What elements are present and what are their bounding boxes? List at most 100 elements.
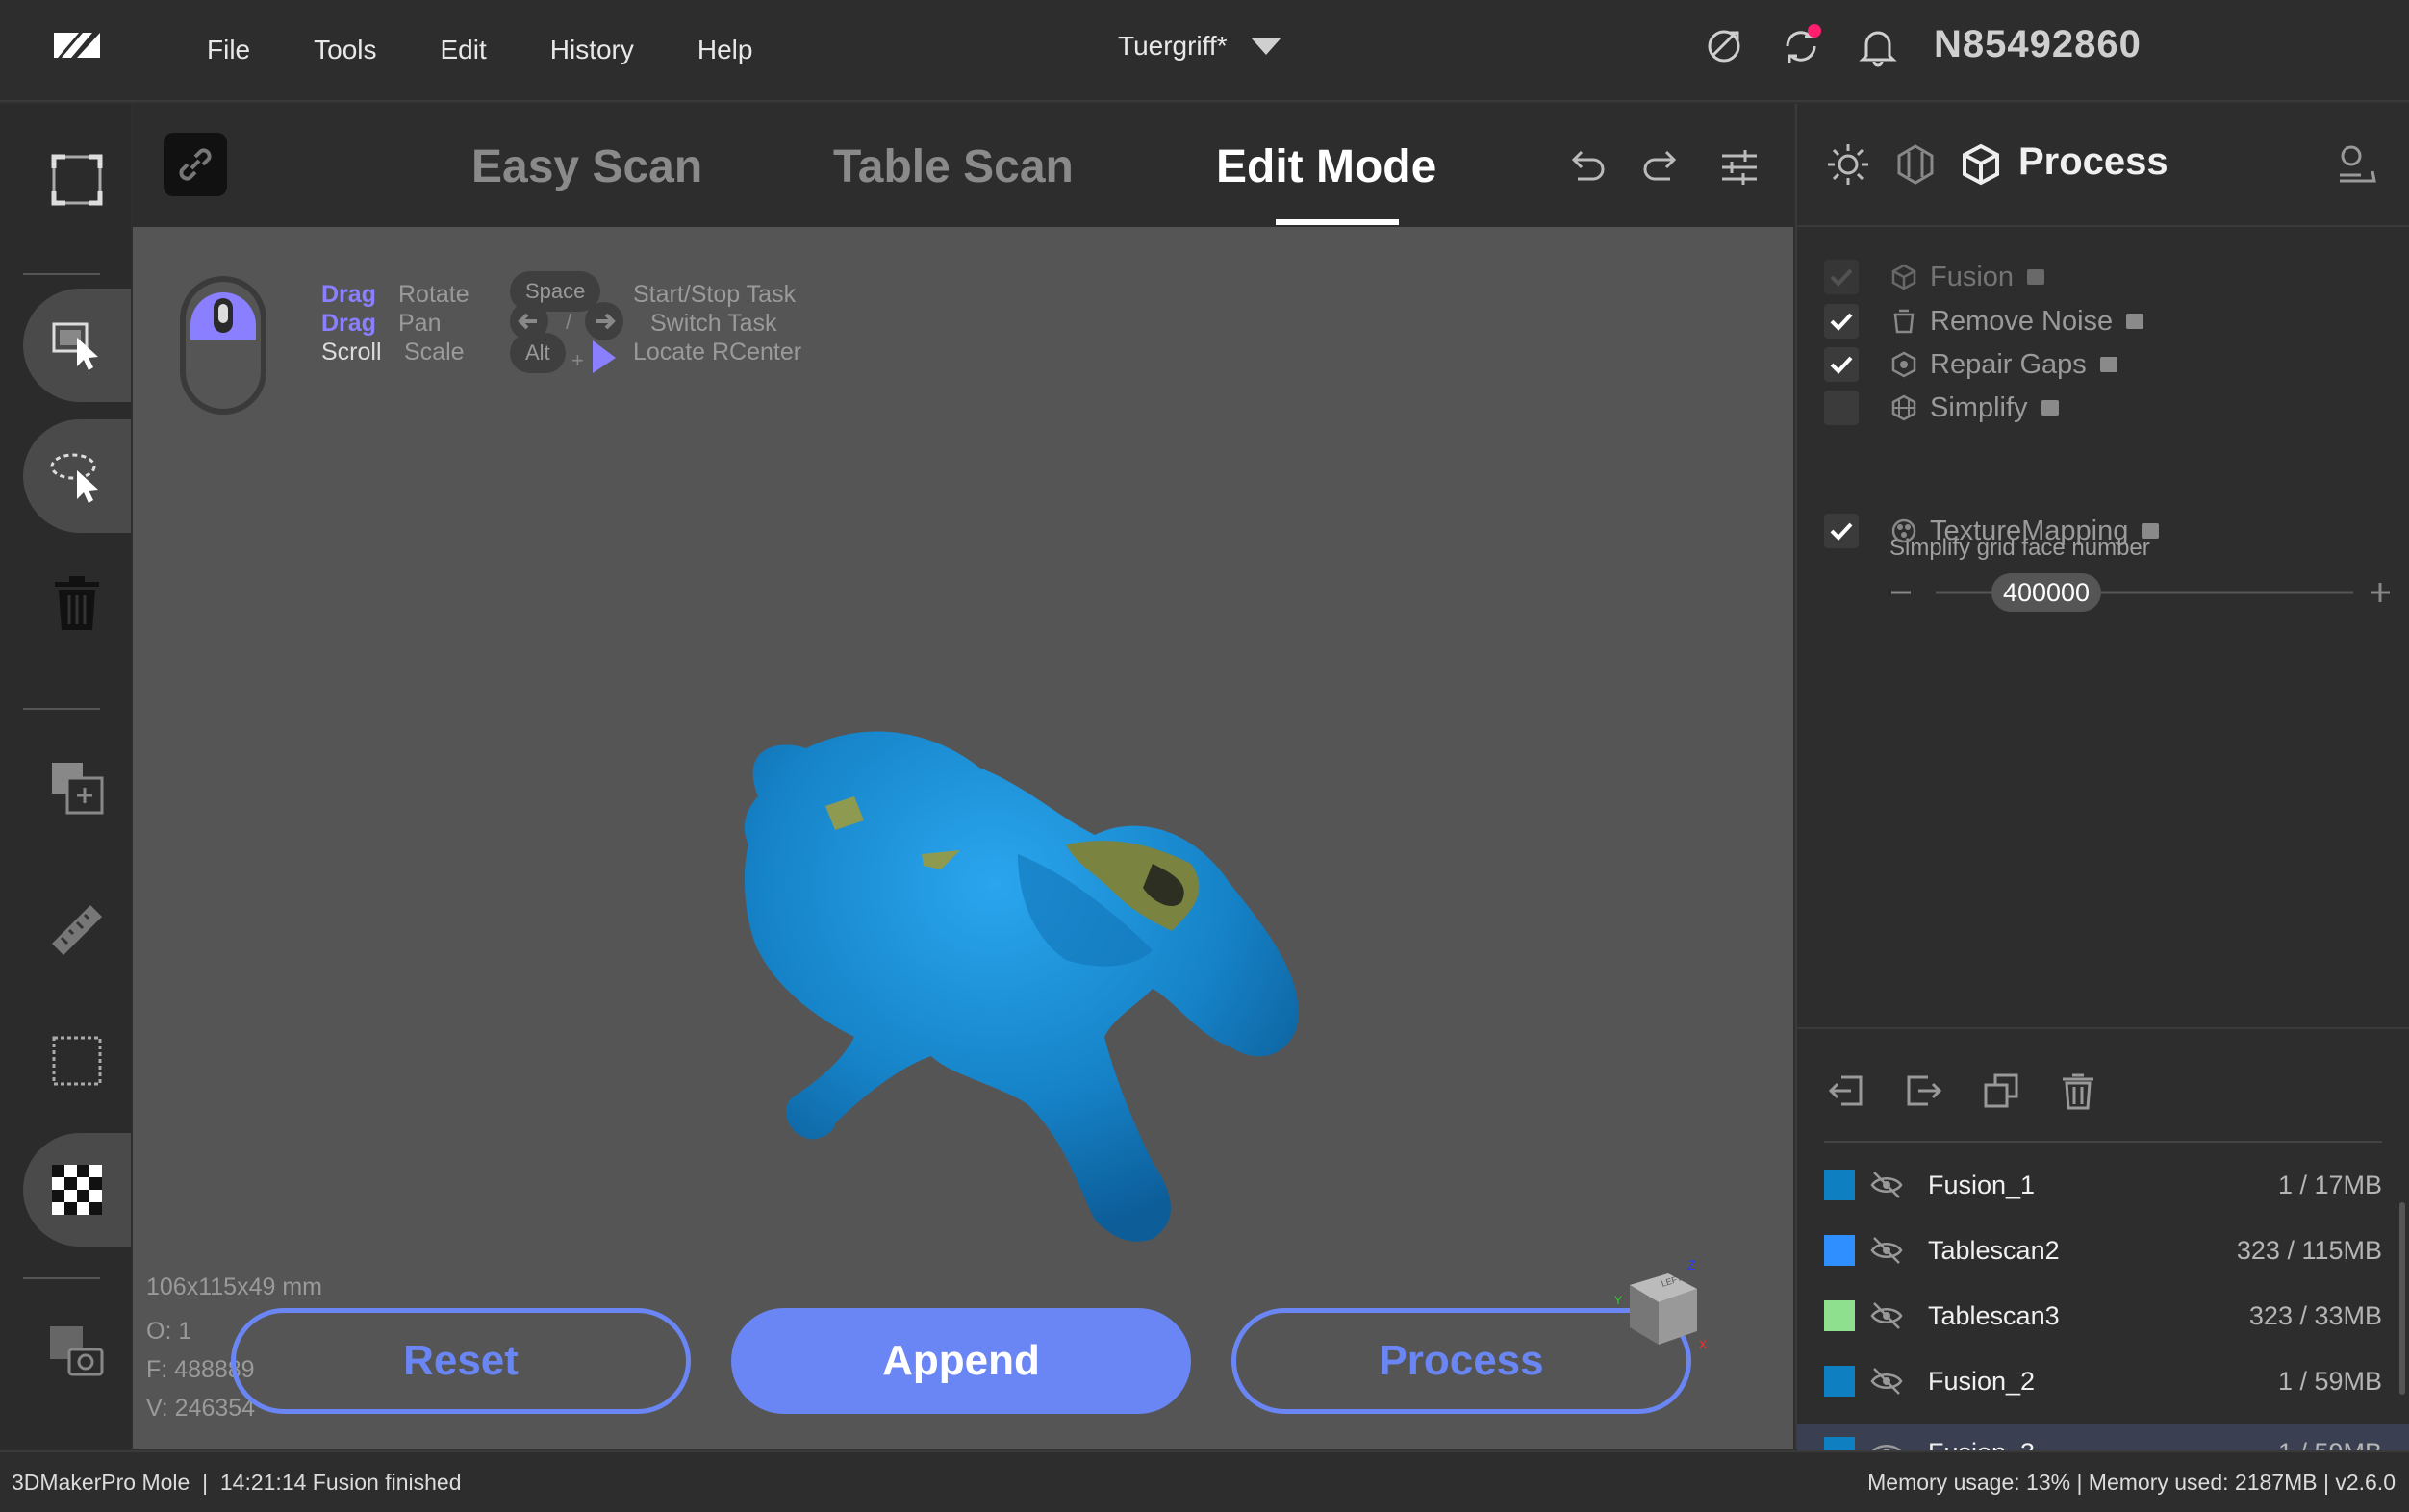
- layer-size: 323 / 115MB: [2236, 1235, 2382, 1265]
- info-icon[interactable]: [2041, 400, 2059, 416]
- option-repair-gaps[interactable]: Repair Gaps: [1824, 345, 2117, 384]
- texture-button[interactable]: [23, 1133, 131, 1247]
- help-switch-task: Switch Task: [650, 310, 777, 337]
- layer-row[interactable]: Tablescan3 323 / 33MB: [1824, 1283, 2382, 1348]
- svg-text:Y: Y: [1614, 1294, 1622, 1307]
- append-button[interactable]: Append: [731, 1308, 1191, 1414]
- settings-sliders-icon[interactable]: [1716, 144, 1762, 190]
- scanned-3d-model[interactable]: [614, 643, 1460, 1268]
- project-selector[interactable]: Tuergriff*: [1118, 31, 1281, 62]
- export-icon[interactable]: [1905, 1071, 1943, 1110]
- help-drag-pan-key: Drag: [321, 310, 376, 337]
- viewport[interactable]: Easy Scan Table Scan Edit Mode Drag Rota…: [133, 104, 1793, 1449]
- repair-gaps-icon: [1891, 351, 1916, 378]
- help-rotate: Rotate: [398, 281, 469, 308]
- divider: [23, 273, 100, 275]
- sync-icon[interactable]: [1701, 23, 1747, 69]
- select-tool-button[interactable]: [23, 289, 131, 402]
- visibility-off-icon[interactable]: [1870, 1236, 1903, 1265]
- menu-edit[interactable]: Edit: [441, 35, 487, 65]
- mesh-icon[interactable]: [1893, 142, 1938, 187]
- plus-cursor-icon: +: [571, 340, 616, 373]
- lasso-tool-button[interactable]: [23, 419, 131, 533]
- info-icon[interactable]: [2099, 357, 2117, 372]
- layer-color-swatch[interactable]: [1824, 1170, 1855, 1200]
- divider: [23, 708, 100, 710]
- tab-easy-scan[interactable]: Easy Scan: [471, 140, 702, 193]
- memory-status: Memory usage: 13% | Memory used: 2187MB …: [1867, 1470, 2396, 1495]
- simplify-slider[interactable]: 400000: [1889, 571, 2390, 614]
- option-texture-mapping[interactable]: TextureMapping: [1824, 512, 2160, 550]
- texture-mapping-label: TextureMapping: [1930, 515, 2129, 546]
- brightness-icon[interactable]: [1826, 142, 1870, 187]
- repair-gaps-label: Repair Gaps: [1930, 348, 2087, 380]
- option-remove-noise[interactable]: Remove Noise: [1824, 302, 2144, 340]
- vertex-count: V: 246354: [146, 1395, 256, 1422]
- delete-layer-icon[interactable]: [2059, 1071, 2097, 1110]
- layer-name: Fusion_2: [1928, 1366, 2036, 1396]
- simplify-checkbox[interactable]: [1824, 391, 1859, 425]
- project-name: Tuergriff*: [1118, 31, 1228, 61]
- view-cube-icon[interactable]: LEFT Z Y X: [1610, 1256, 1712, 1362]
- help-locate: Locate RCenter: [633, 339, 802, 365]
- link-button[interactable]: [164, 133, 227, 196]
- texture-mapping-checkbox[interactable]: [1824, 514, 1859, 548]
- select-cursor-icon: [52, 322, 98, 370]
- update-icon[interactable]: [1778, 23, 1824, 69]
- layer-size: 1 / 17MB: [2277, 1170, 2382, 1199]
- delete-button[interactable]: [23, 546, 131, 660]
- fusion-icon: [1891, 264, 1916, 290]
- undo-icon[interactable]: [1562, 144, 1609, 190]
- camera-icon: [50, 1326, 104, 1376]
- layer-color-swatch[interactable]: [1824, 1366, 1855, 1397]
- visibility-off-icon[interactable]: [1870, 1367, 1903, 1396]
- reset-button[interactable]: Reset: [231, 1308, 691, 1414]
- menu-file[interactable]: File: [207, 35, 250, 65]
- measure-button[interactable]: [23, 873, 131, 987]
- crop-box-button[interactable]: [23, 1004, 131, 1118]
- help-alt-key: Alt: [510, 333, 566, 373]
- menu-help[interactable]: Help: [697, 35, 753, 65]
- redo-icon[interactable]: [1639, 144, 1686, 190]
- chevron-down-icon: [1250, 38, 1281, 55]
- layer-row[interactable]: Tablescan2 323 / 115MB: [1824, 1218, 2382, 1283]
- import-icon[interactable]: [1828, 1071, 1866, 1110]
- user-id[interactable]: N85492860: [1934, 23, 2142, 66]
- svg-text:Z: Z: [1687, 1257, 1696, 1273]
- title-bar: File Tools Edit History Help Tuergriff* …: [0, 0, 2409, 102]
- simplify-value[interactable]: 400000: [1991, 573, 2101, 612]
- layer-list-scrollbar[interactable]: [2399, 1202, 2405, 1395]
- tab-edit-mode[interactable]: Edit Mode: [1216, 140, 1436, 193]
- remove-noise-checkbox[interactable]: [1824, 304, 1859, 339]
- active-tab-indicator: [1276, 219, 1399, 225]
- info-icon[interactable]: [2027, 269, 2045, 285]
- info-icon[interactable]: [2126, 314, 2144, 329]
- left-toolbar: [0, 104, 131, 1449]
- fit-view-button[interactable]: [23, 123, 131, 237]
- layer-color-swatch[interactable]: [1824, 1235, 1855, 1266]
- info-icon[interactable]: [2142, 523, 2160, 539]
- layer-row[interactable]: Fusion_1 1 / 17MB: [1824, 1152, 2382, 1218]
- option-simplify[interactable]: Simplify: [1824, 389, 2059, 427]
- layer-color-swatch[interactable]: [1824, 1300, 1855, 1331]
- add-layer-icon: [52, 763, 104, 815]
- remove-noise-label: Remove Noise: [1930, 305, 2114, 337]
- measure-mode-icon[interactable]: [2336, 142, 2380, 187]
- visibility-off-icon[interactable]: [1870, 1171, 1903, 1199]
- bell-icon[interactable]: [1855, 23, 1901, 69]
- menu-history[interactable]: History: [550, 35, 634, 65]
- layer-name: Tablescan3: [1928, 1300, 2060, 1330]
- screenshot-button[interactable]: [23, 1297, 131, 1410]
- add-model-button[interactable]: [23, 731, 131, 844]
- layer-row[interactable]: Fusion_2 1 / 59MB: [1824, 1348, 2382, 1414]
- tab-table-scan[interactable]: Table Scan: [833, 140, 1074, 193]
- process-cube-icon[interactable]: [1959, 142, 2003, 187]
- duplicate-icon[interactable]: [1982, 1071, 2020, 1110]
- visibility-off-icon[interactable]: [1870, 1301, 1903, 1330]
- menu-tools[interactable]: Tools: [314, 35, 376, 65]
- repair-gaps-checkbox[interactable]: [1824, 347, 1859, 382]
- option-fusion[interactable]: Fusion: [1824, 258, 2045, 296]
- fusion-checkbox[interactable]: [1824, 260, 1859, 294]
- model-dimensions: 106x115x49 mm: [146, 1273, 322, 1300]
- layer-row-selected[interactable]: Fusion_3 1 / 59MB: [1797, 1424, 2409, 1452]
